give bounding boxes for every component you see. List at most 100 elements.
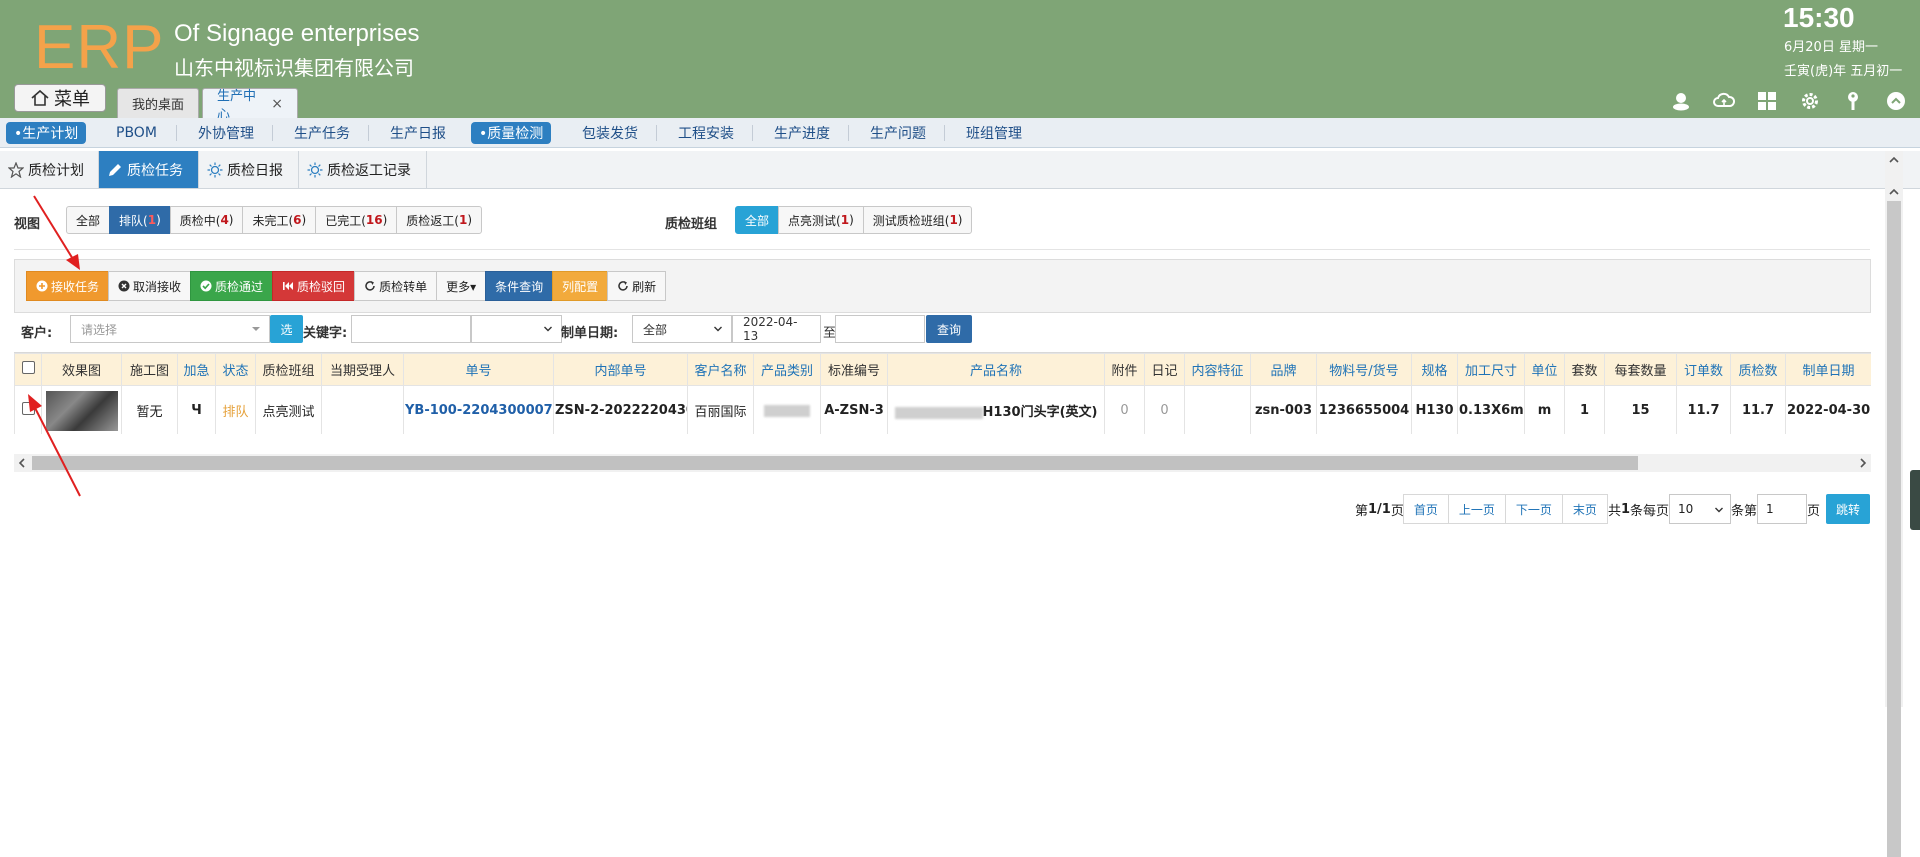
page-size-select[interactable]: 10 [1669, 494, 1732, 524]
column-header[interactable]: 状态 [215, 353, 256, 386]
column-header[interactable]: 客户名称 [687, 353, 754, 386]
horizontal-scroll-thumb[interactable] [32, 456, 1638, 470]
horizontal-scrollbar[interactable] [14, 454, 1871, 472]
close-icon[interactable]: × [271, 96, 283, 112]
column-header[interactable]: 产品类别 [753, 353, 821, 386]
vertical-scrollbar[interactable] [1885, 151, 1903, 857]
user-icon[interactable] [1670, 90, 1692, 112]
column-header[interactable]: 日记 [1144, 353, 1185, 386]
side-drawer-handle[interactable] [1910, 470, 1920, 530]
cancel-accept-button[interactable]: 取消接收 [108, 271, 192, 301]
column-header[interactable]: 质检班组 [255, 353, 322, 386]
view-queued[interactable]: 排队(1) [109, 206, 171, 234]
attachments-cell[interactable]: 0 [1104, 385, 1145, 434]
prev-page-button[interactable]: 上一页 [1447, 494, 1506, 524]
column-header[interactable]: 规格 [1411, 353, 1458, 386]
tab-my-desktop[interactable]: 我的桌面 [117, 88, 199, 118]
column-header[interactable]: 当期受理人 [321, 353, 404, 386]
subtab-qc-task[interactable]: 质检任务 [99, 151, 199, 188]
module-packaging-shipping[interactable]: 包装发货 [582, 122, 638, 144]
view-all[interactable]: 全部 [66, 206, 111, 234]
module-team-management[interactable]: 班组管理 [966, 122, 1022, 144]
column-header[interactable]: 物料号/货号 [1316, 353, 1412, 386]
select-all-checkbox[interactable] [21, 361, 35, 374]
column-header[interactable]: 产品名称 [887, 353, 1105, 386]
qc-transfer-button[interactable]: 质检转单 [354, 271, 438, 301]
column-header[interactable]: 附件 [1104, 353, 1145, 386]
scroll-up-icon[interactable] [1889, 155, 1899, 165]
row-select-cell[interactable] [14, 385, 42, 434]
refresh-button[interactable]: 刷新 [607, 271, 667, 301]
module-quality-inspection[interactable]: •质量检测 [471, 122, 552, 144]
column-header[interactable]: 内部单号 [553, 353, 688, 386]
view-finished[interactable]: 已完工(16) [315, 206, 398, 234]
date-to-input[interactable] [835, 315, 925, 343]
column-header[interactable]: 单位 [1524, 353, 1565, 386]
module-production-issues[interactable]: 生产问题 [870, 122, 926, 144]
view-in-inspection[interactable]: 质检中(4) [169, 206, 244, 234]
goto-page-button[interactable]: 跳转 [1826, 494, 1871, 524]
goto-page-input[interactable]: 1 [1757, 494, 1808, 524]
team-all[interactable]: 全部 [735, 206, 780, 234]
more-dropdown[interactable]: 更多▾ [436, 271, 487, 301]
view-rework[interactable]: 质检返工(1) [396, 206, 483, 234]
keyword-input[interactable] [351, 315, 471, 343]
subtab-qc-plan[interactable]: 质检计划 [0, 151, 99, 188]
order-number-link[interactable]: YB-100-22043000077 [403, 385, 554, 434]
column-header[interactable]: 内容特征 [1184, 353, 1251, 386]
column-header[interactable]: 品牌 [1250, 353, 1317, 386]
customer-select[interactable]: 请选择 [70, 315, 270, 343]
effect-image-thumbnail[interactable] [45, 390, 118, 431]
column-config-button[interactable]: 列配置 [552, 271, 609, 301]
qc-pass-button[interactable]: 质检通过 [190, 271, 274, 301]
column-header[interactable]: 订单数 [1676, 353, 1731, 386]
tab-production-center[interactable]: 生产中心 × [202, 88, 298, 123]
module-production-plan[interactable]: •生产计划 [6, 122, 87, 144]
vertical-scroll-thumb[interactable] [1887, 201, 1901, 857]
module-production-daily[interactable]: 生产日报 [390, 122, 446, 144]
column-header[interactable]: 套数 [1564, 353, 1605, 386]
query-button[interactable]: 查询 [926, 315, 972, 343]
module-outsourcing[interactable]: 外协管理 [198, 122, 254, 144]
table-row[interactable]: 暂无 Ч 排队 点亮测试 YB-100-22043000077 ZSN-2-20… [14, 385, 1871, 434]
keyword-type-select[interactable] [471, 315, 562, 343]
view-unfinished[interactable]: 未完工(6) [242, 206, 317, 234]
column-header[interactable]: 施工图 [121, 353, 178, 386]
condition-query-button[interactable]: 条件查询 [485, 271, 554, 301]
scroll-right-icon[interactable] [1858, 458, 1868, 468]
column-header[interactable]: 每套数量 [1604, 353, 1677, 386]
grid-icon[interactable] [1756, 90, 1778, 112]
first-page-button[interactable]: 首页 [1402, 494, 1449, 524]
gear-icon[interactable] [1799, 90, 1821, 112]
module-pbom[interactable]: PBOM [116, 122, 157, 144]
column-header[interactable]: 单号 [403, 353, 554, 386]
select-all-cell[interactable] [14, 353, 42, 386]
cloud-icon[interactable] [1713, 90, 1735, 112]
column-header[interactable]: 标准编号 [820, 353, 888, 386]
scroll-left-icon[interactable] [17, 458, 27, 468]
collapse-up-icon[interactable] [1885, 90, 1907, 112]
date-range-select[interactable]: 全部 [632, 315, 732, 343]
team-test-qc[interactable]: 测试质检班组(1) [862, 206, 973, 234]
customer-pick-button[interactable]: 选 [270, 315, 303, 343]
module-production-progress[interactable]: 生产进度 [774, 122, 830, 144]
row-checkbox[interactable] [21, 402, 35, 415]
column-header[interactable]: 质检数 [1730, 353, 1786, 386]
effect-image-cell[interactable] [41, 385, 122, 434]
column-header[interactable]: 制单日期 [1785, 353, 1871, 386]
key-icon[interactable] [1842, 90, 1864, 112]
subtab-qc-rework[interactable]: 质检返工记录 [299, 151, 427, 188]
date-from-input[interactable]: 2022-04-13 [732, 315, 821, 343]
diary-cell[interactable]: 0 [1144, 385, 1185, 434]
column-header[interactable]: 加工尺寸 [1457, 353, 1525, 386]
scroll-up-icon[interactable] [1889, 187, 1899, 197]
subtab-qc-daily[interactable]: 质检日报 [199, 151, 299, 188]
team-lighting-test[interactable]: 点亮测试(1) [778, 206, 864, 234]
last-page-button[interactable]: 末页 [1561, 494, 1608, 524]
qc-reject-button[interactable]: 质检驳回 [272, 271, 356, 301]
menu-button[interactable]: 菜单 [14, 84, 106, 112]
next-page-button[interactable]: 下一页 [1504, 494, 1563, 524]
module-installation[interactable]: 工程安装 [678, 122, 734, 144]
column-header[interactable]: 加急 [177, 353, 216, 386]
column-header[interactable]: 效果图 [41, 353, 122, 386]
